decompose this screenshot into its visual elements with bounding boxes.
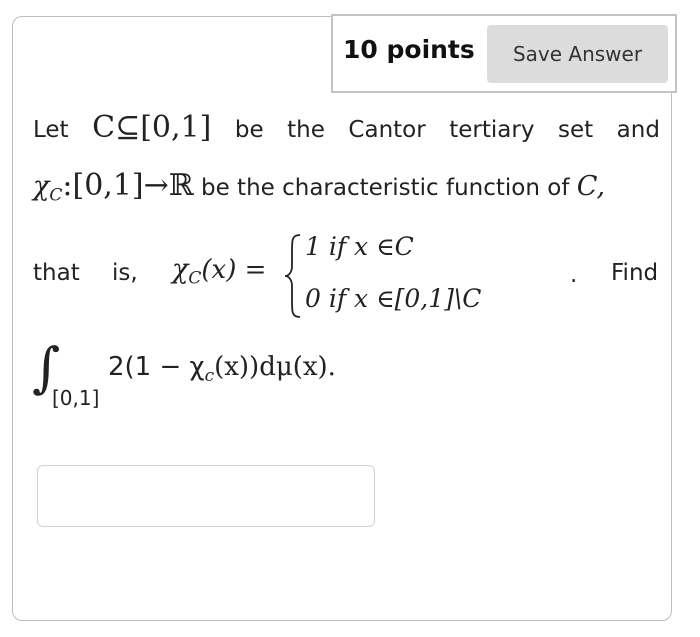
lhs-arg: (x) = [201,255,267,285]
question-line-2: χC:[0,1]→ℝ be the characteristic functio… [33,168,605,206]
answer-input[interactable] [37,465,375,527]
case-dot: . [570,262,578,288]
word-set: set [557,117,594,143]
case-2: 0 if x ∈[0,1]\C [305,284,482,313]
word-let: Let [33,117,69,143]
question-card [12,16,672,621]
integral-domain: [0,1] [52,386,100,410]
chi-definition-lhs: χC(x) = [172,254,266,289]
word-cantor: Cantor [348,117,426,143]
integrand-sub: c [204,366,215,387]
math-c-end: C, [576,171,606,202]
points-label: 10 points [343,35,475,64]
piecewise-brace [284,234,301,318]
word-that: that [33,260,80,286]
question-line-1: Let C⊆[0,1] be the Cantor tertiary set a… [33,110,660,145]
word-the: the [287,117,325,143]
lhs-chi: χ [172,254,189,285]
line2-text: be the characteristic function of [201,175,570,201]
math-mapping: :[0,1]→ℝ [62,168,194,203]
word-be: be [234,117,264,143]
save-answer-button[interactable]: Save Answer [487,25,668,83]
integrand-head: 2(1 − χ [108,352,205,382]
math-c-subset: C⊆[0,1] [92,110,212,145]
case-1: 1 if x ∈C [305,232,414,261]
math-chi-sub: C [49,185,63,206]
math-chi: χ [33,171,50,202]
word-find: Find [611,260,659,286]
question-header: 10 points Save Answer [331,14,677,93]
word-and: and [616,117,660,143]
word-tertiary: tertiary [449,117,535,143]
word-is: is, [112,260,138,286]
integrand-tail: (x))dμ(x). [214,352,336,382]
integrand: 2(1 − χc(x))dμ(x). [108,352,336,386]
lhs-chi-sub: C [188,268,202,289]
